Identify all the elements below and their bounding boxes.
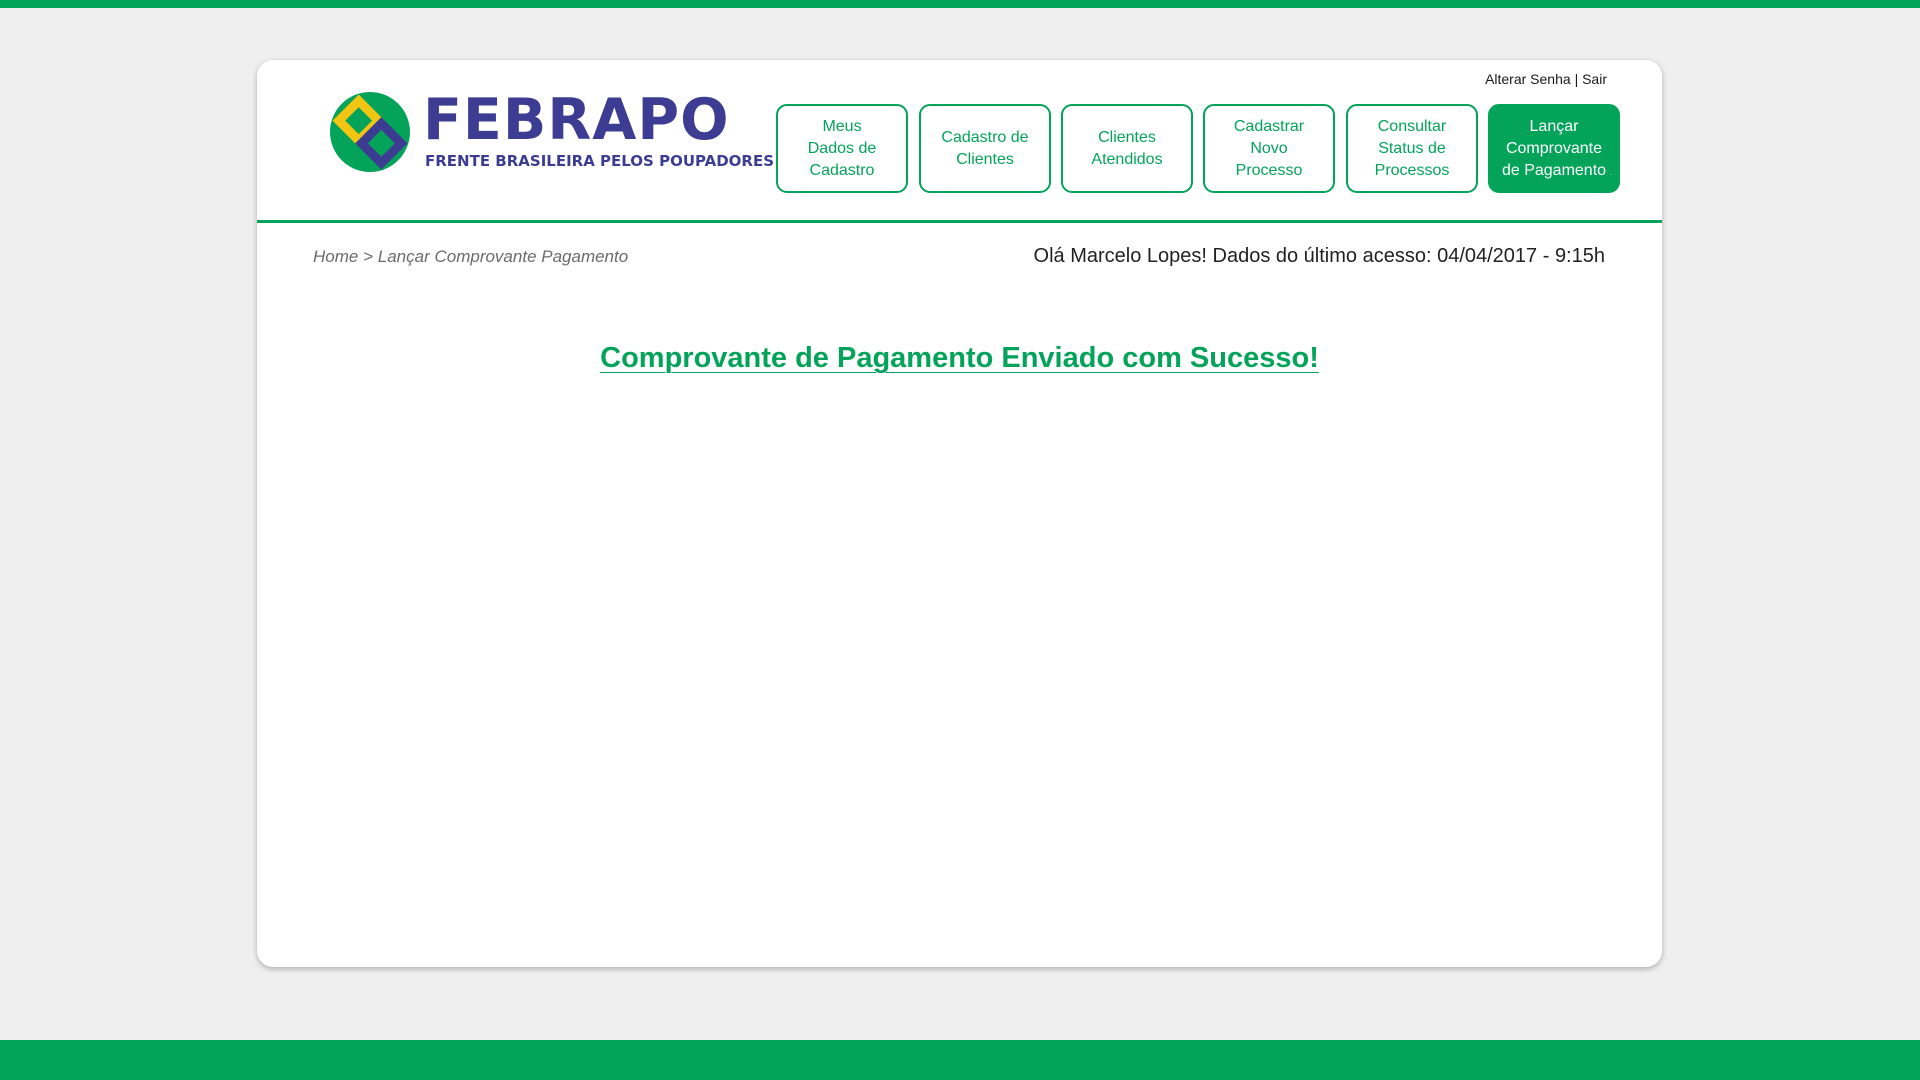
febrapo-logo-icon <box>330 92 410 172</box>
account-links: Alterar Senha | Sair <box>1485 71 1607 87</box>
nav-process-status[interactable]: Consultar Status de Processos <box>1346 104 1478 193</box>
breadcrumb-current: Lançar Comprovante Pagamento <box>377 247 629 266</box>
success-message: Comprovante de Pagamento Enviado com Suc… <box>600 342 1319 374</box>
breadcrumb-home[interactable]: Home <box>313 247 358 266</box>
breadcrumb-separator: > <box>363 247 374 266</box>
footer-bar <box>0 1040 1920 1080</box>
nav-client-registration[interactable]: Cadastro de Clientes <box>919 104 1051 193</box>
nav-my-registration[interactable]: Meus Dados de Cadastro <box>776 104 908 193</box>
logo-tagline: FRENTE BRASILEIRA PELOS POUPADORES <box>425 152 775 170</box>
nav-payment-receipt[interactable]: Lançar Comprovante de Pagamento <box>1488 104 1620 193</box>
user-greeting: Olá Marcelo Lopes! Dados do último acess… <box>1033 245 1605 267</box>
header-divider <box>257 220 1662 223</box>
breadcrumb: Home > Lançar Comprovante Pagamento <box>313 247 628 267</box>
logout-link[interactable]: Sair <box>1582 71 1607 87</box>
febrapo-logo[interactable]: FEBRAPO FRENTE BRASILEIRA PELOS POUPADOR… <box>325 87 774 174</box>
main-card: FEBRAPO FRENTE BRASILEIRA PELOS POUPADOR… <box>257 60 1662 967</box>
nav-served-clients[interactable]: Clientes Atendidos <box>1061 104 1193 193</box>
change-password-link[interactable]: Alterar Senha <box>1485 71 1571 87</box>
logo-title: FEBRAPO <box>423 87 730 153</box>
link-separator: | <box>1574 71 1579 87</box>
success-message-container: Comprovante de Pagamento Enviado com Suc… <box>257 342 1662 375</box>
nav-new-process[interactable]: Cadastrar Novo Processo <box>1203 104 1335 193</box>
top-accent-bar <box>0 0 1920 8</box>
